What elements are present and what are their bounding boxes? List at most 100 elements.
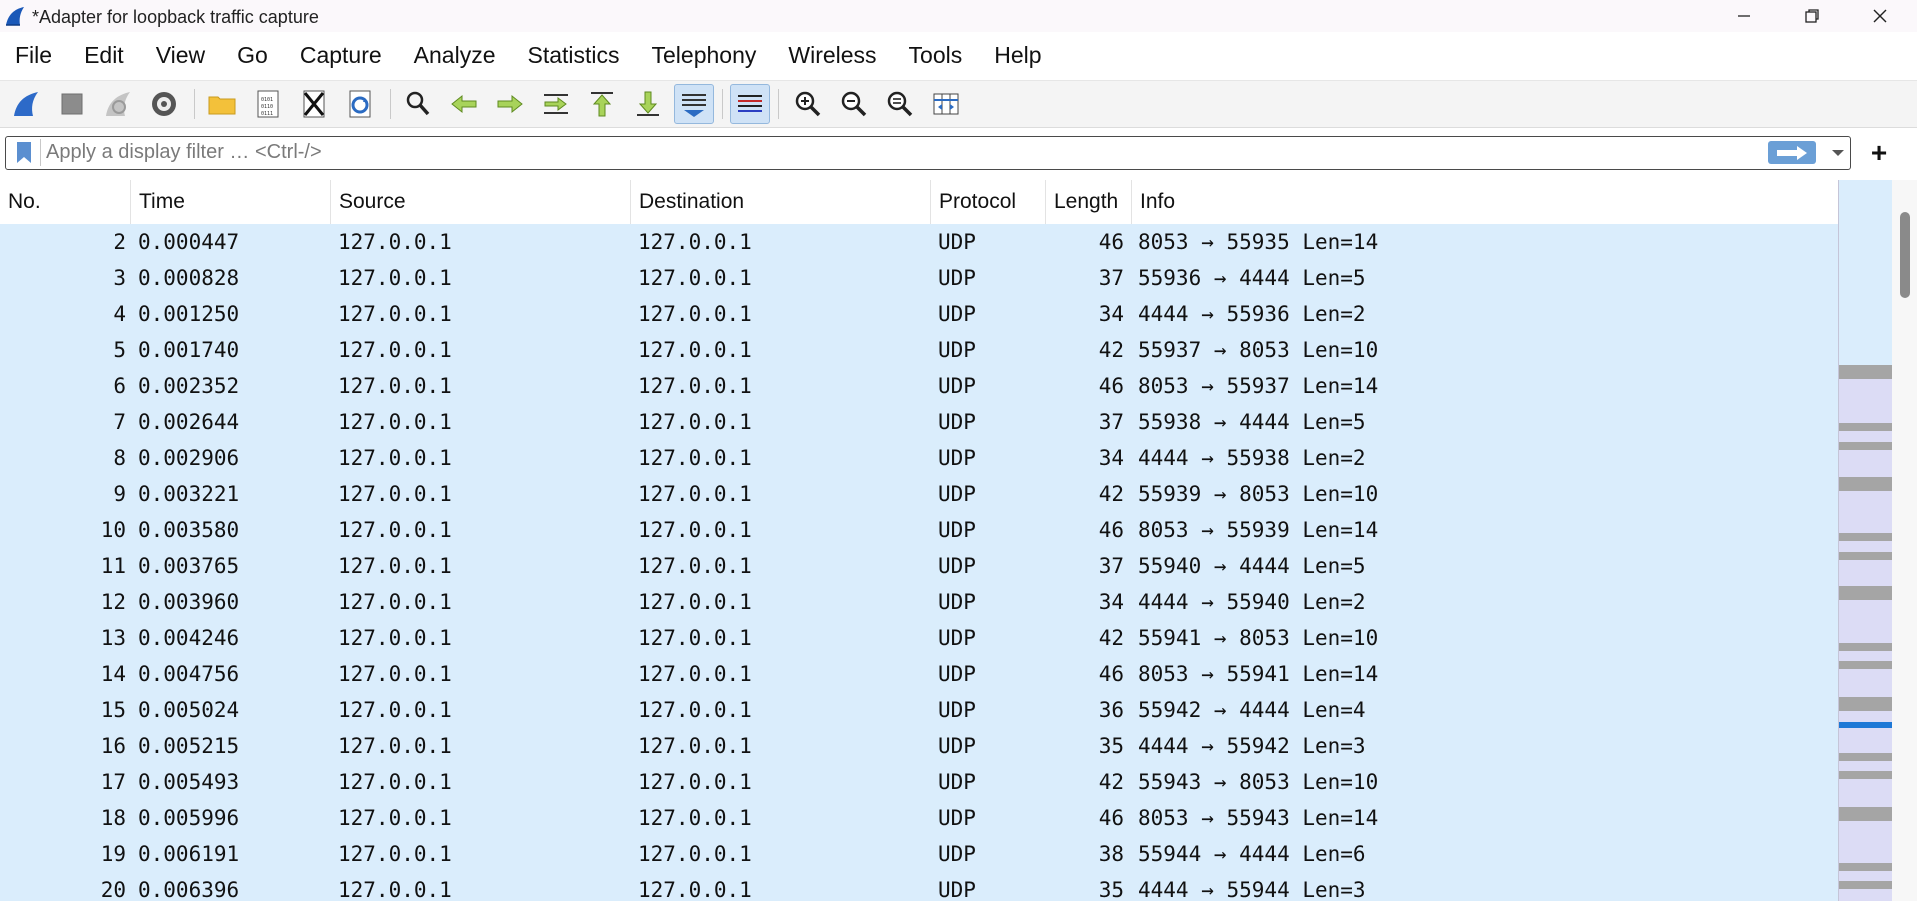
packet-row[interactable]: 5 0.001740 127.0.0.1 127.0.0.1 UDP 42 55937 → … [0,332,1838,368]
packet-length: 34 [1098,590,1124,614]
go-to-packet-button[interactable] [536,84,576,124]
packet-row[interactable]: 11 0.003765 127.0.0.1 127.0.0.1 UDP 37 55940 →… [0,548,1838,584]
packet-row[interactable]: 6 0.002352 127.0.0.1 127.0.0.1 UDP 46 8053 → 5… [0,368,1838,404]
minimize-button[interactable] [1710,0,1778,32]
apply-filter-button[interactable] [1768,141,1816,164]
save-file-button[interactable]: 0101 0110 0111 [248,84,288,124]
menu-edit[interactable]: Edit [68,38,140,72]
menu-help[interactable]: Help [978,38,1057,72]
packet-destination: 127.0.0.1 [638,626,752,650]
open-file-button[interactable] [202,84,242,124]
packet-time: 0.001250 [138,302,240,326]
packet-destination: 127.0.0.1 [638,230,752,254]
packet-number: 2 [113,230,126,254]
packet-row[interactable]: 4 0.001250 127.0.0.1 127.0.0.1 UDP 34 4444 → 5… [0,296,1838,332]
packet-source: 127.0.0.1 [338,806,452,830]
packet-time: 0.003580 [138,518,240,542]
packet-number: 17 [100,770,126,794]
packet-source: 127.0.0.1 [338,230,452,254]
packet-row[interactable]: 15 0.005024 127.0.0.1 127.0.0.1 UDP 36 55942 →… [0,692,1838,728]
packet-row[interactable]: 12 0.003960 127.0.0.1 127.0.0.1 UDP 34 4444 → … [0,584,1838,620]
menu-file[interactable]: File [0,38,68,72]
menu-tools[interactable]: Tools [893,38,979,72]
find-packet-button[interactable] [398,84,438,124]
packet-info: 55937 → 8053 Len=10 [1138,338,1379,362]
packet-time: 0.006191 [138,842,240,866]
display-filter-input[interactable] [46,139,1766,166]
menu-go[interactable]: Go [221,38,284,72]
column-header-time[interactable]: Time [131,180,331,224]
packet-row[interactable]: 10 0.003580 127.0.0.1 127.0.0.1 UDP 46 8053 → … [0,512,1838,548]
packet-row[interactable]: 16 0.005215 127.0.0.1 127.0.0.1 UDP 35 4444 → … [0,728,1838,764]
menu-telephony[interactable]: Telephony [636,38,773,72]
capture-options-button[interactable] [144,84,184,124]
column-header-info[interactable]: Info [1132,180,1838,224]
normal-size-button[interactable] [880,84,920,124]
packet-protocol: UDP [938,374,976,398]
menu-statistics[interactable]: Statistics [511,38,635,72]
menu-wireless[interactable]: Wireless [772,38,892,72]
packet-row[interactable]: 2 0.000447 127.0.0.1 127.0.0.1 UDP 46 8053 → 5… [0,224,1838,260]
menu-bar: File Edit View Go Capture Analyze Statis… [0,38,1917,72]
packet-destination: 127.0.0.1 [638,698,752,722]
colorize-button[interactable] [730,84,770,124]
packet-time: 0.000447 [138,230,240,254]
minimap-marker [1839,586,1893,600]
zoom-in-button[interactable] [788,84,828,124]
packet-info: 55939 → 8053 Len=10 [1138,482,1379,506]
packet-row[interactable]: 20 0.006396 127.0.0.1 127.0.0.1 UDP 35 4444 → … [0,872,1838,901]
column-header-destination[interactable]: Destination [631,180,931,224]
packet-length: 46 [1098,518,1124,542]
packet-length: 46 [1098,374,1124,398]
filter-history-dropdown[interactable] [1828,141,1848,165]
packet-row[interactable]: 8 0.002906 127.0.0.1 127.0.0.1 UDP 34 4444 → 5… [0,440,1838,476]
go-to-packet-icon [544,94,568,114]
go-back-button[interactable] [444,84,484,124]
packet-row[interactable]: 19 0.006191 127.0.0.1 127.0.0.1 UDP 38 55944 →… [0,836,1838,872]
packet-protocol: UDP [938,302,976,326]
column-header-source[interactable]: Source [331,180,631,224]
stop-capture-icon [61,93,83,115]
maximize-button[interactable] [1778,0,1846,32]
packet-row[interactable]: 18 0.005996 127.0.0.1 127.0.0.1 UDP 46 8053 → … [0,800,1838,836]
menu-analyze[interactable]: Analyze [398,38,512,72]
stop-capture-button[interactable] [52,84,92,124]
restart-capture-button[interactable] [98,84,138,124]
packet-protocol: UDP [938,410,976,434]
packet-destination: 127.0.0.1 [638,338,752,362]
reload-file-button[interactable] [340,84,380,124]
menu-view[interactable]: View [140,38,221,72]
vertical-scrollbar[interactable] [1892,180,1917,901]
packet-row[interactable]: 9 0.003221 127.0.0.1 127.0.0.1 UDP 42 55939 → … [0,476,1838,512]
packet-source: 127.0.0.1 [338,842,452,866]
packet-destination: 127.0.0.1 [638,806,752,830]
packet-minimap[interactable] [1838,180,1893,901]
packet-destination: 127.0.0.1 [638,842,752,866]
packet-source: 127.0.0.1 [338,446,452,470]
go-forward-button[interactable] [490,84,530,124]
filter-bookmark-button[interactable] [8,139,41,166]
packet-number: 16 [100,734,126,758]
first-packet-button[interactable] [582,84,622,124]
minimap-marker [1839,365,1893,379]
packet-row[interactable]: 17 0.005493 127.0.0.1 127.0.0.1 UDP 42 55943 →… [0,764,1838,800]
packet-row[interactable]: 13 0.004246 127.0.0.1 127.0.0.1 UDP 42 55941 →… [0,620,1838,656]
resize-columns-button[interactable] [926,84,966,124]
close-file-button[interactable] [294,84,334,124]
minimap-visible-region [1839,180,1893,365]
packet-row[interactable]: 7 0.002644 127.0.0.1 127.0.0.1 UDP 37 55938 → … [0,404,1838,440]
menu-capture[interactable]: Capture [284,38,398,72]
close-button[interactable] [1846,0,1914,32]
start-capture-button[interactable] [6,84,46,124]
column-header-no[interactable]: No. [0,180,131,224]
packet-row[interactable]: 3 0.000828 127.0.0.1 127.0.0.1 UDP 37 55936 → … [0,260,1838,296]
packet-row[interactable]: 14 0.004756 127.0.0.1 127.0.0.1 UDP 46 8053 → … [0,656,1838,692]
autoscroll-button[interactable] [674,84,714,124]
column-header-length[interactable]: Length [1046,180,1132,224]
packet-time: 0.006396 [138,878,240,901]
column-header-protocol[interactable]: Protocol [931,180,1046,224]
last-packet-button[interactable] [628,84,668,124]
zoom-out-button[interactable] [834,84,874,124]
scrollbar-thumb[interactable] [1900,212,1910,298]
add-filter-button-plus[interactable]: + [1862,136,1896,170]
